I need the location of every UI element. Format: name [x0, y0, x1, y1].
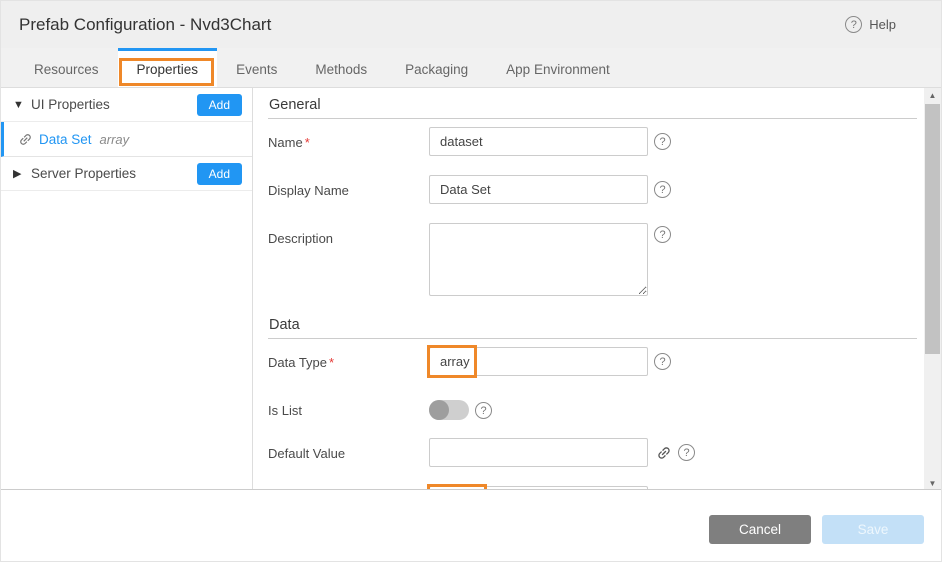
tab-label: Resources [34, 62, 99, 77]
name-label: Name* [268, 127, 429, 150]
tab-label: Packaging [405, 62, 468, 77]
group-label: Server Properties [31, 166, 197, 181]
help-circle-icon: ? [845, 16, 862, 33]
dialog-body: ▼ UI Properties Add Data Set array ▶ Ser… [1, 88, 941, 491]
tab-resources[interactable]: Resources [15, 48, 118, 87]
add-ui-property-button[interactable]: Add [197, 94, 242, 116]
property-form: General Name* ? Display Name ? Descripti… [253, 88, 941, 491]
help-button[interactable]: ? Help [845, 16, 896, 33]
display-name-label: Display Name [268, 175, 429, 198]
tab-events[interactable]: Events [217, 48, 296, 87]
link-icon [18, 132, 33, 147]
group-label: UI Properties [31, 97, 197, 112]
title-bar: Prefab Configuration - Nvd3Chart ? Help [1, 1, 941, 48]
field-row-name: Name* ? [268, 127, 917, 156]
data-type-label: Data Type* [268, 347, 429, 370]
add-server-property-button[interactable]: Add [197, 163, 242, 185]
save-button[interactable]: Save [822, 515, 924, 544]
is-list-toggle[interactable] [429, 400, 469, 420]
is-list-label: Is List [268, 395, 429, 418]
cancel-button[interactable]: Cancel [709, 515, 811, 544]
help-circle-icon[interactable]: ? [654, 181, 671, 198]
sidebar-group-ui-properties[interactable]: ▼ UI Properties Add [1, 88, 252, 122]
tab-properties[interactable]: Properties [118, 48, 218, 87]
tab-label: App Environment [506, 62, 610, 77]
tab-label: Properties [137, 62, 199, 77]
sidebar-item-dataset[interactable]: Data Set array [1, 122, 252, 157]
properties-sidebar: ▼ UI Properties Add Data Set array ▶ Ser… [1, 88, 253, 491]
tab-methods[interactable]: Methods [296, 48, 386, 87]
field-row-data-type: Data Type* ? [268, 347, 917, 376]
field-row-is-list: Is List ? [268, 395, 917, 420]
tab-label: Events [236, 62, 277, 77]
tab-bar: Resources Properties Events Methods Pack… [1, 48, 941, 88]
label-text: Name [268, 135, 303, 150]
bind-link-icon[interactable] [656, 445, 672, 461]
label-text: Is List [268, 403, 302, 418]
dataset-item-label: Data Set [39, 132, 92, 147]
caret-down-icon: ▼ [13, 99, 27, 111]
description-textarea[interactable] [429, 223, 648, 296]
field-row-display-name: Display Name ? [268, 175, 917, 204]
name-input[interactable] [429, 127, 648, 156]
label-text: Description [268, 231, 333, 246]
dialog-footer: Cancel Save [1, 489, 941, 561]
tab-app-environment[interactable]: App Environment [487, 48, 629, 87]
required-asterisk: * [329, 355, 334, 370]
scroll-up-arrow-icon[interactable]: ▲ [924, 88, 941, 103]
label-text: Display Name [268, 183, 349, 198]
help-circle-icon[interactable]: ? [654, 133, 671, 150]
help-circle-icon[interactable]: ? [678, 444, 695, 461]
scrollbar-thumb[interactable] [925, 104, 940, 354]
required-asterisk: * [305, 135, 310, 150]
display-name-input[interactable] [429, 175, 648, 204]
page-title: Prefab Configuration - Nvd3Chart [19, 15, 845, 35]
sidebar-group-server-properties[interactable]: ▶ Server Properties Add [1, 157, 252, 191]
default-value-input[interactable] [429, 438, 648, 467]
data-type-input[interactable] [429, 347, 648, 376]
caret-right-icon: ▶ [13, 167, 27, 180]
tab-label: Methods [315, 62, 367, 77]
toggle-knob [429, 400, 449, 420]
field-row-default-value: Default Value ? [268, 438, 917, 467]
help-circle-icon[interactable]: ? [654, 226, 671, 243]
vertical-scrollbar[interactable]: ▲ ▼ [924, 88, 941, 491]
help-label: Help [869, 17, 896, 32]
label-text: Data Type [268, 355, 327, 370]
section-heading-data: Data [268, 308, 917, 339]
label-text: Default Value [268, 446, 345, 461]
tab-packaging[interactable]: Packaging [386, 48, 487, 87]
dataset-item-type: array [100, 132, 130, 147]
help-circle-icon[interactable]: ? [475, 402, 492, 419]
section-heading-general: General [268, 88, 917, 119]
description-label: Description [268, 223, 429, 246]
help-circle-icon[interactable]: ? [654, 353, 671, 370]
default-value-label: Default Value [268, 438, 429, 461]
field-row-description: Description ? [268, 223, 917, 296]
